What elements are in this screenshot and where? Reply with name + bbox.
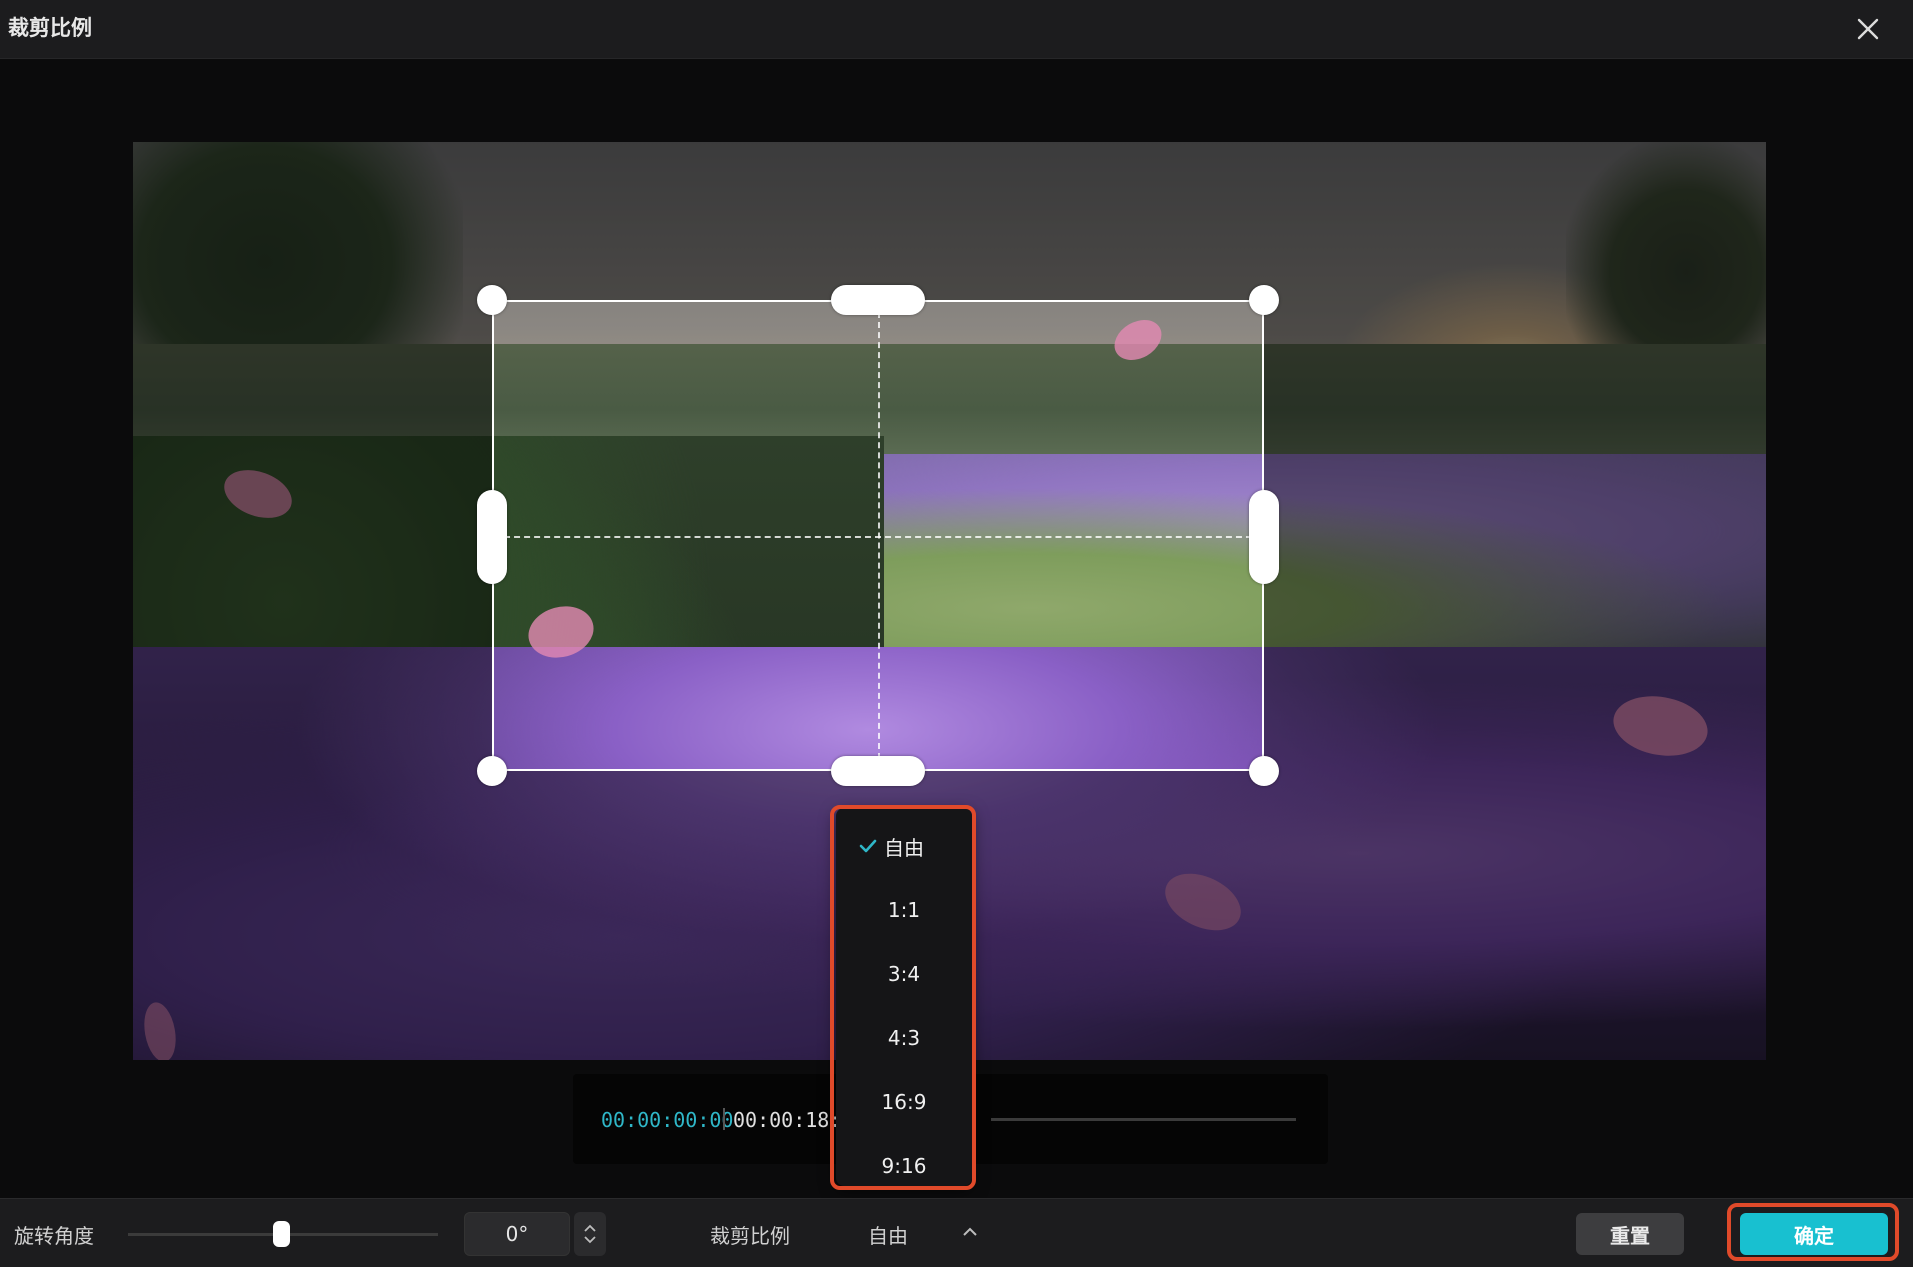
ratio-option-4-3[interactable]: 4:3 xyxy=(836,1006,972,1070)
crop-handle-bottom-right[interactable] xyxy=(1249,756,1279,786)
crop-handle-top[interactable] xyxy=(831,285,925,315)
ratio-option-label: 4:3 xyxy=(887,1026,921,1050)
chevron-down-icon[interactable] xyxy=(584,1236,596,1244)
ratio-option-label: 自由 xyxy=(884,835,924,860)
ratio-option-1-1[interactable]: 1:1 xyxy=(836,878,972,942)
rotation-label: 旋转角度 xyxy=(14,1224,94,1248)
crop-frame[interactable] xyxy=(492,300,1264,771)
chevron-up-icon[interactable] xyxy=(962,1227,978,1237)
rotation-slider-thumb[interactable] xyxy=(273,1221,290,1247)
title-bar: 裁剪比例 xyxy=(0,0,1913,59)
bottom-toolbar: 旋转角度 裁剪比例 自由 重置 确定 xyxy=(0,1198,1913,1267)
ratio-option-16-9[interactable]: 16:9 xyxy=(836,1070,972,1134)
ratio-option-label: 3:4 xyxy=(887,962,921,986)
crop-ratio-dropdown: 自由 1:1 3:4 4:3 16:9 9:16 xyxy=(836,808,972,1186)
confirm-button[interactable]: 确定 xyxy=(1740,1213,1888,1255)
ratio-option-label: 9:16 xyxy=(881,1154,927,1178)
chevron-up-icon[interactable] xyxy=(584,1224,596,1232)
ratio-option-9-16[interactable]: 9:16 xyxy=(836,1134,972,1198)
rotation-input[interactable] xyxy=(464,1212,570,1256)
ratio-option-3-4[interactable]: 3:4 xyxy=(836,942,972,1006)
crop-handle-right[interactable] xyxy=(1249,490,1279,584)
dialog-title: 裁剪比例 xyxy=(8,16,92,40)
crop-ratio-label: 裁剪比例 xyxy=(710,1224,790,1248)
current-timecode: 00:00:00:00 xyxy=(601,1108,734,1132)
ratio-option-label: 16:9 xyxy=(881,1090,927,1114)
check-icon xyxy=(859,839,877,853)
timecode-divider xyxy=(723,1108,725,1130)
ratio-option-label: 1:1 xyxy=(887,898,921,922)
crop-handle-left[interactable] xyxy=(477,490,507,584)
crop-dialog: 裁剪比例 00:00:00:00 00:00:18: 自由 1:1 3:4 4:… xyxy=(0,0,1913,1267)
crop-handle-bottom[interactable] xyxy=(831,756,925,786)
crop-handle-top-left[interactable] xyxy=(477,285,507,315)
total-timecode: 00:00:18: xyxy=(733,1108,842,1132)
crop-handle-top-right[interactable] xyxy=(1249,285,1279,315)
ratio-option-free[interactable]: 自由 xyxy=(836,814,972,878)
close-button[interactable] xyxy=(1849,10,1887,48)
rotation-stepper[interactable] xyxy=(574,1212,606,1256)
timeline-track[interactable] xyxy=(991,1118,1296,1121)
crop-guide-horizontal xyxy=(494,535,1262,538)
reset-button[interactable]: 重置 xyxy=(1576,1213,1684,1255)
crop-ratio-select[interactable]: 自由 xyxy=(868,1220,908,1249)
crop-handle-bottom-left[interactable] xyxy=(477,756,507,786)
close-icon xyxy=(1857,18,1879,40)
